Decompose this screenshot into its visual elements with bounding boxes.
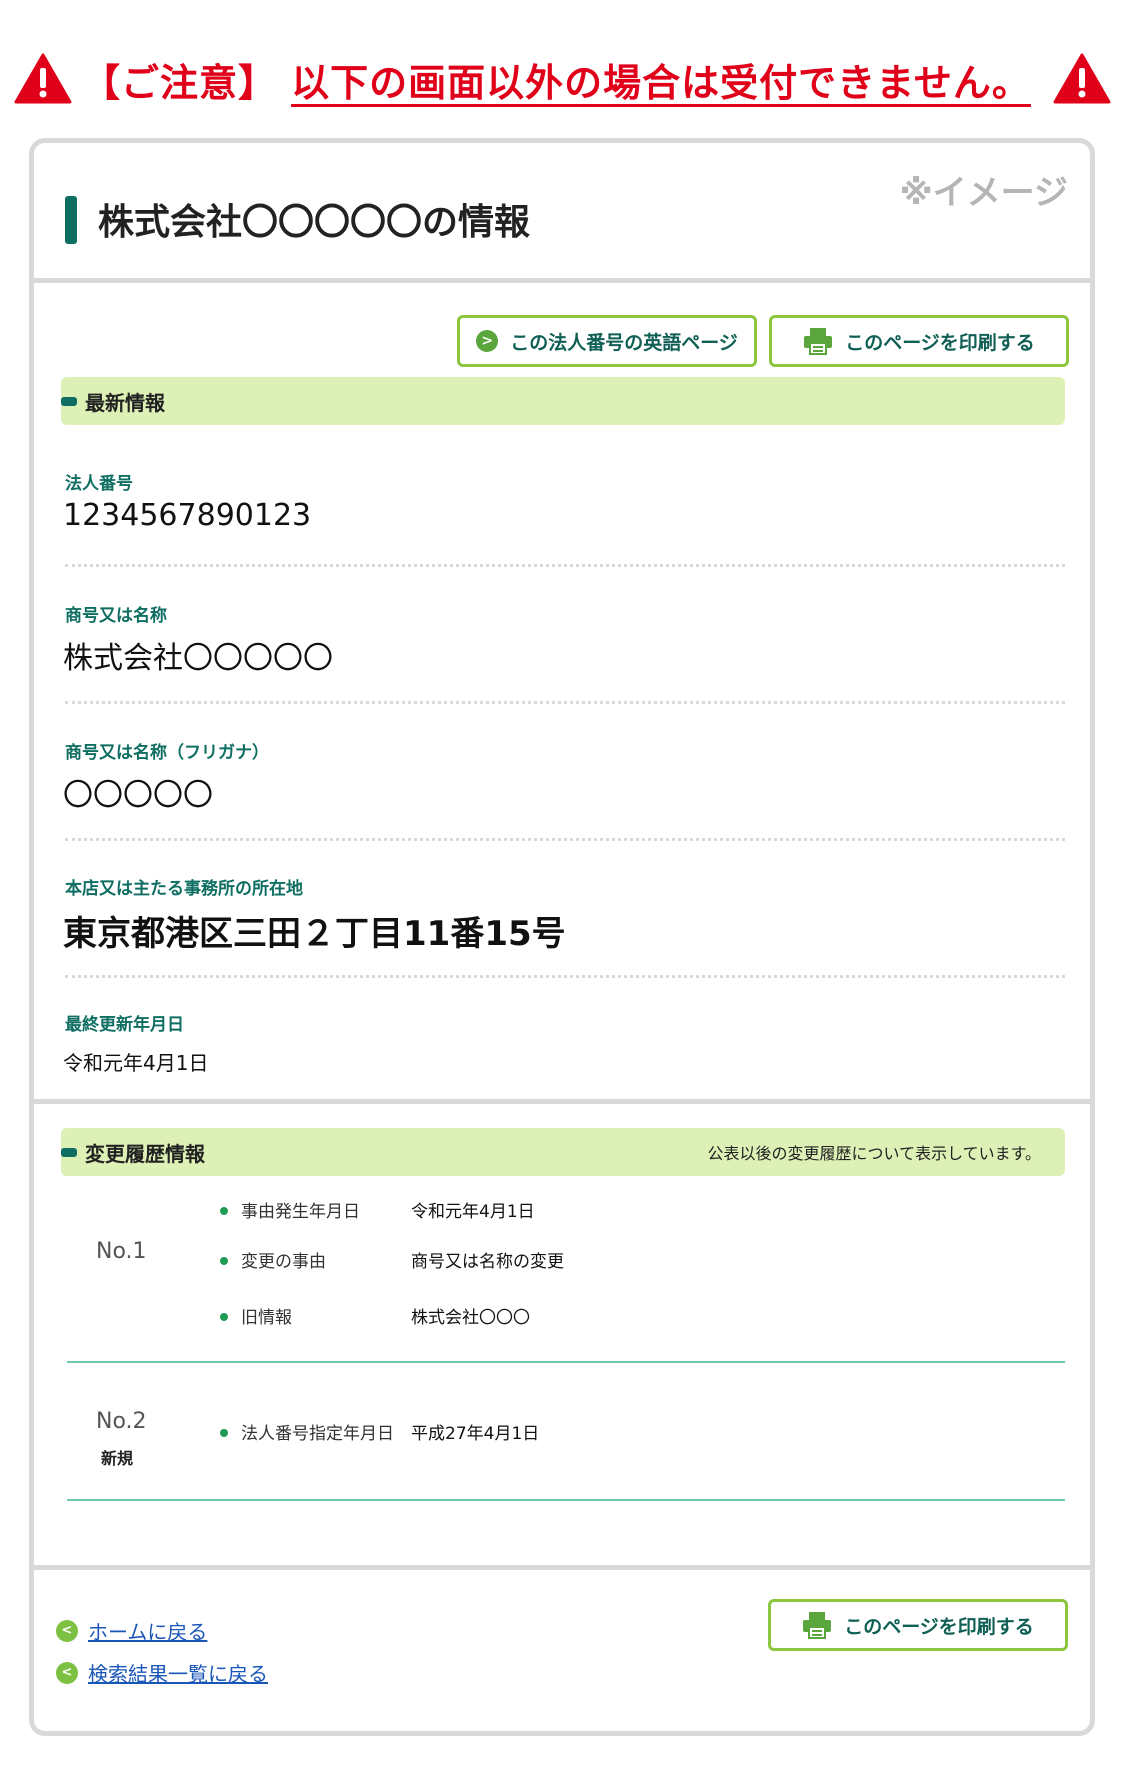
dotted-divider — [65, 564, 1065, 567]
circle-arrow-icon: > — [476, 330, 499, 352]
latest-info-header: 最新情報 — [61, 377, 1065, 425]
page-title: 株式会社〇〇〇〇〇の情報 — [98, 202, 531, 243]
field-value-last-updated: 令和元年4月1日 — [63, 1051, 209, 1075]
corporate-info-card: 株式会社〇〇〇〇〇の情報 ※イメージ > この法人番号の英語ページ このページを… — [29, 138, 1095, 1736]
history-note: 公表以後の変更履歴について表示しています。 — [707, 1144, 1041, 1163]
printer-icon — [804, 328, 833, 355]
circle-arrow-icon: < — [56, 1661, 78, 1684]
field-value-corporate-number: 1234567890123 — [63, 498, 312, 533]
print-button[interactable]: このページを印刷する — [769, 315, 1069, 367]
dotted-divider — [65, 838, 1065, 841]
history-entry-number: No.2 — [96, 1409, 147, 1434]
card-header: 株式会社〇〇〇〇〇の情報 ※イメージ — [34, 143, 1090, 283]
section-divider — [34, 1099, 1090, 1104]
section-title: 変更履歴情報 — [85, 1141, 205, 1166]
section-title: 最新情報 — [85, 390, 165, 415]
field-value-trade-name-kana: 〇〇〇〇〇 — [63, 778, 213, 813]
warning-banner: 【ご注意】 以下の画面以外の場合は受付できません。 — [0, 48, 1125, 110]
field-label-trade-name: 商号又は名称 — [65, 606, 167, 626]
circle-arrow-icon: < — [56, 1619, 78, 1642]
home-link-text: ホームに戻る — [88, 1620, 208, 1644]
search-results-link[interactable]: < 検索結果一覧に戻る — [56, 1658, 268, 1687]
warning-triangle-icon — [1053, 53, 1111, 104]
image-note: ※イメージ — [899, 173, 1068, 213]
warning-prefix: 【ご注意】 — [82, 60, 278, 105]
english-page-button[interactable]: > この法人番号の英語ページ — [457, 315, 757, 367]
field-value-trade-name: 株式会社〇〇〇〇〇 — [63, 641, 333, 676]
field-label-corporate-number: 法人番号 — [65, 474, 133, 494]
warning-triangle-icon — [14, 53, 72, 104]
print-label: このページを印刷する — [845, 331, 1035, 354]
title-accent-bar — [65, 196, 77, 244]
history-item-value: 令和元年4月1日 — [411, 1202, 535, 1222]
history-item-value: 株式会社〇〇〇 — [411, 1308, 530, 1328]
dotted-divider — [65, 975, 1065, 978]
section-dash — [61, 396, 77, 406]
bullet-icon — [220, 1429, 228, 1437]
history-item-key: 法人番号指定年月日 — [241, 1424, 394, 1444]
history-item-value: 商号又は名称の変更 — [411, 1252, 564, 1272]
search-results-link-text: 検索結果一覧に戻る — [88, 1662, 268, 1686]
history-row-divider — [67, 1499, 1065, 1501]
history-entry-number: No.1 — [96, 1239, 147, 1264]
field-label-trade-name-kana: 商号又は名称（フリガナ） — [65, 743, 269, 763]
warning-message: 以下の画面以外の場合は受付できません。 — [291, 60, 1031, 105]
field-value-address: 東京都港区三田２丁目11番15号 — [63, 914, 566, 954]
home-link[interactable]: < ホームに戻る — [56, 1616, 207, 1645]
history-item-key: 事由発生年月日 — [241, 1202, 360, 1222]
bullet-icon — [220, 1207, 228, 1215]
history-item-key: 変更の事由 — [241, 1252, 326, 1272]
section-divider — [34, 1565, 1090, 1570]
printer-icon — [803, 1612, 832, 1639]
bullet-icon — [220, 1257, 228, 1265]
dotted-divider — [65, 701, 1065, 704]
print-label: このページを印刷する — [844, 1615, 1034, 1638]
section-dash — [61, 1147, 77, 1157]
history-item-value: 平成27年4月1日 — [411, 1424, 540, 1444]
print-button-bottom[interactable]: このページを印刷する — [768, 1599, 1068, 1651]
history-row-divider — [67, 1361, 1065, 1363]
field-label-address: 本店又は主たる事務所の所在地 — [65, 879, 303, 899]
field-label-last-updated: 最終更新年月日 — [65, 1015, 184, 1035]
english-page-label: この法人番号の英語ページ — [510, 331, 738, 354]
history-item-key: 旧情報 — [241, 1308, 292, 1328]
history-entry-sub: 新規 — [101, 1449, 134, 1468]
history-header: 変更履歴情報 公表以後の変更履歴について表示しています。 — [61, 1128, 1065, 1176]
bullet-icon — [220, 1313, 228, 1321]
